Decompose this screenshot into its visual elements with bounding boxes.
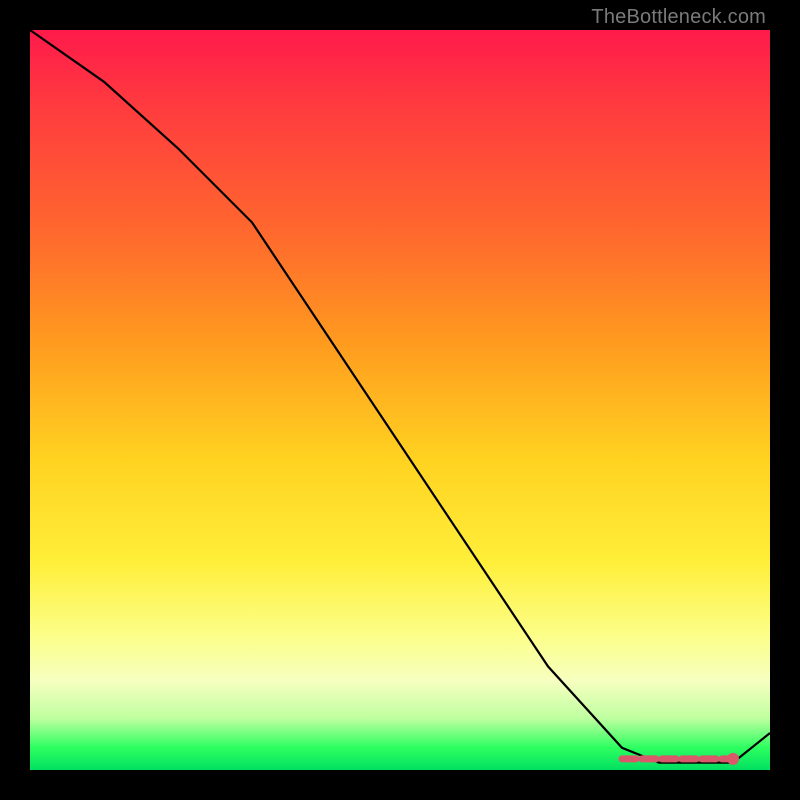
watermark-text: TheBottleneck.com [591, 6, 766, 29]
bottleneck-curve [30, 30, 770, 763]
chart-overlay [30, 30, 770, 770]
chart-container: TheBottleneck.com [0, 0, 800, 800]
optimal-range-endpoint [727, 753, 739, 765]
